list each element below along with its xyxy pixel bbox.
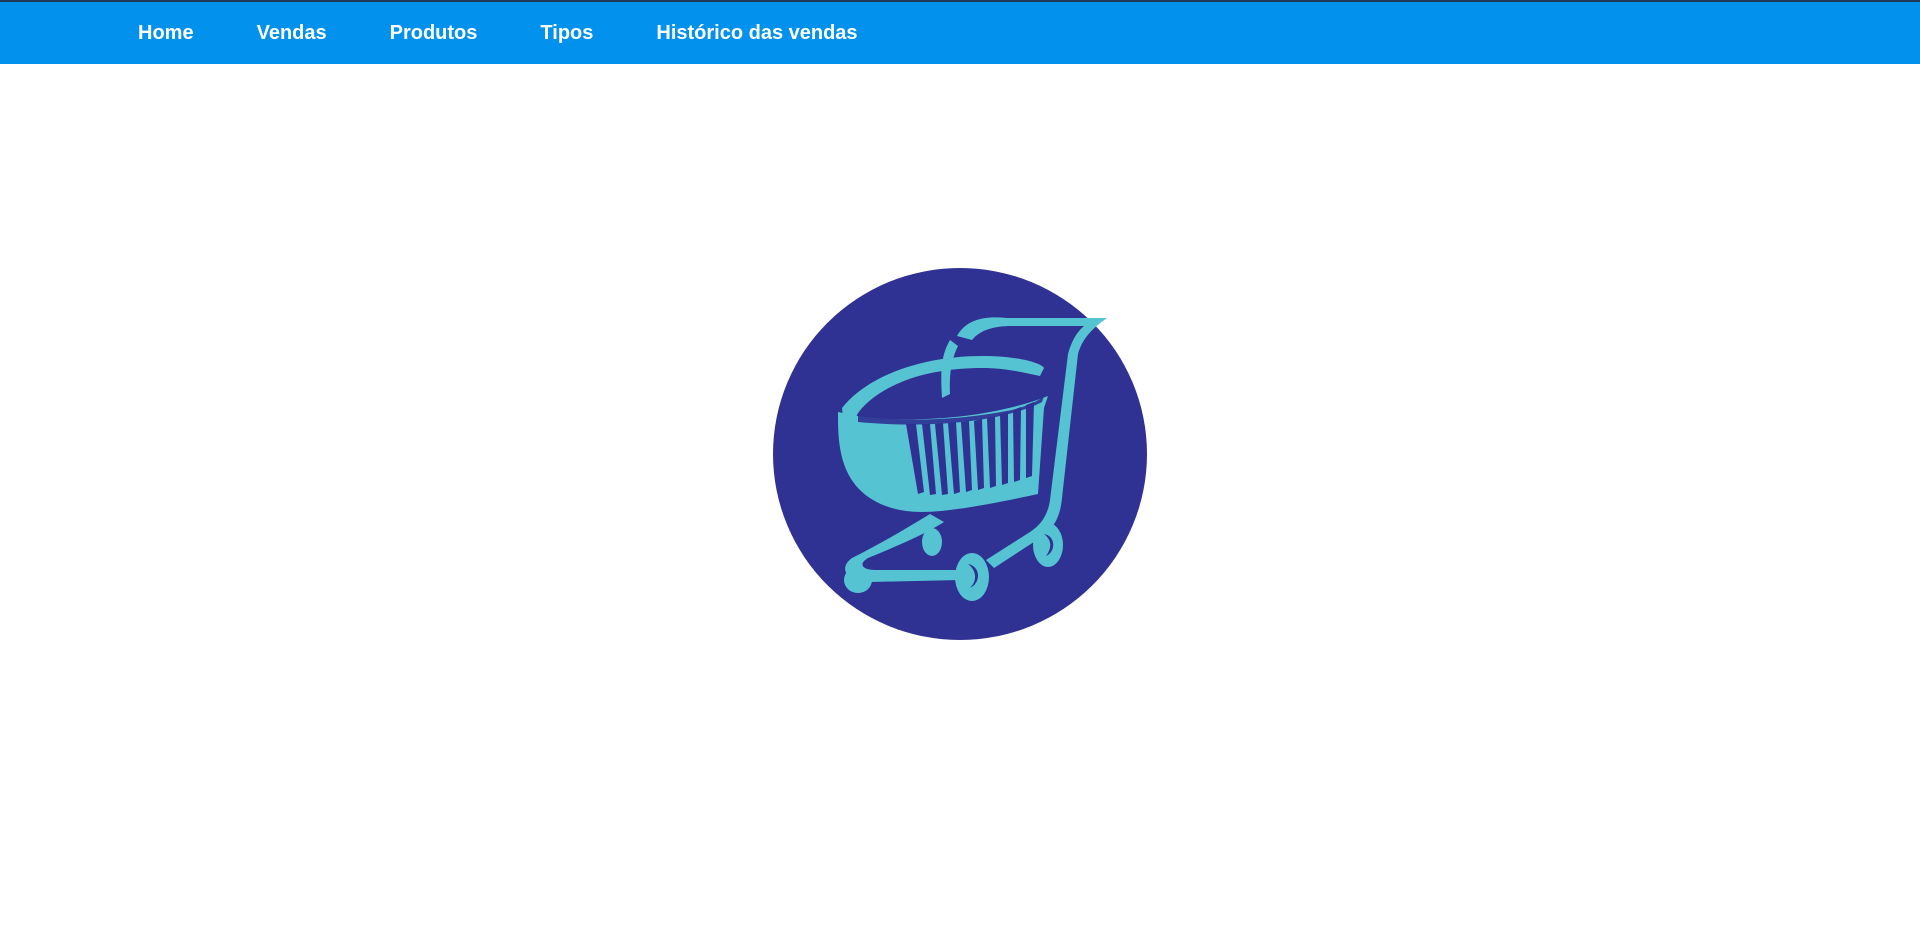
- nav-link-tipos[interactable]: Tipos: [540, 22, 593, 45]
- nav-link-home[interactable]: Home: [138, 22, 194, 45]
- nav-link-vendas[interactable]: Vendas: [257, 22, 327, 45]
- shopping-cart-icon: [773, 268, 1147, 640]
- nav-menu: Home Vendas Produtos Tipos Histórico das…: [138, 2, 858, 64]
- cart-wheel-front-left: [955, 553, 989, 601]
- nav-link-historico-vendas[interactable]: Histórico das vendas: [656, 22, 857, 45]
- top-navbar: Home Vendas Produtos Tipos Histórico das…: [0, 2, 1920, 64]
- cart-slat: [1013, 407, 1021, 482]
- cart-wheel-back-left: [844, 567, 872, 593]
- cart-wheel-right: [1033, 523, 1063, 567]
- cart-wheel-back-mid: [922, 528, 942, 556]
- nav-link-produtos[interactable]: Produtos: [390, 22, 478, 45]
- store-logo: [772, 268, 1148, 641]
